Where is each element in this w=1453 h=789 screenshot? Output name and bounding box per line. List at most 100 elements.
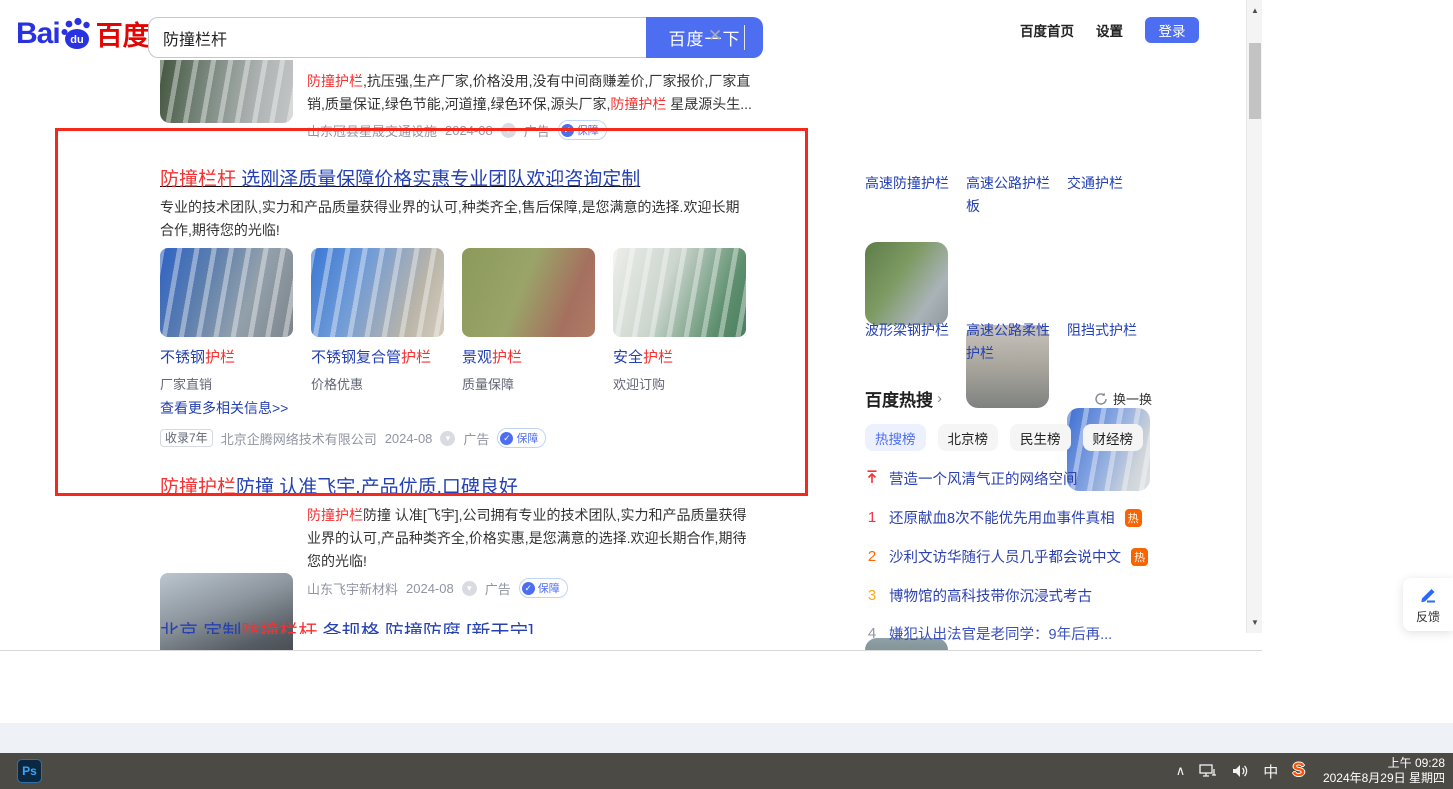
ad-label: 广告 [484, 581, 511, 597]
shield-check-icon: ✓ [521, 581, 535, 595]
browser-viewport: Bai du 百度 ✕ 百度一下 百度首页 设置 登录 防撞护栏,抗压强,生产厂… [0, 0, 1262, 651]
desktop-band [0, 723, 1453, 753]
card4-title: 安全护栏 [613, 349, 674, 366]
product-card[interactable]: 不锈钢护栏 厂家直销 [160, 248, 293, 393]
sidebar-image-3-label[interactable]: 交通护栏 [1067, 172, 1155, 195]
rank-number: 1 [867, 509, 877, 526]
tab-hot[interactable]: 热搜榜 [865, 424, 926, 451]
hot-item-1[interactable]: 1 还原献血8次不能优先用血事件真相 热 [865, 507, 1152, 528]
nav-baidu-home[interactable]: 百度首页 [1020, 20, 1074, 40]
tab-minsheng[interactable]: 民生榜 [1010, 424, 1071, 451]
result1-keyword2: 防撞护栏 [610, 96, 667, 112]
photoshop-taskbar-icon[interactable]: Ps [17, 759, 42, 783]
ime-indicator[interactable]: 中 [1263, 761, 1278, 782]
hot-badge: 热 [1124, 508, 1142, 527]
scroll-down-arrow[interactable]: ▼ [1247, 618, 1262, 627]
ad-label: 广告 [463, 431, 490, 447]
scrollbar-thumb[interactable] [1249, 43, 1261, 119]
rank-number: 4 [867, 625, 877, 642]
speaker-icon[interactable] [1231, 763, 1249, 779]
tab-caijing[interactable]: 财经榜 [1082, 424, 1143, 451]
refresh-icon [1095, 392, 1107, 405]
card2-image[interactable] [311, 248, 444, 337]
result2-source-row: 收录7年 北京企腾网络技术有限公司 2024-08 ▾ 广告 ✓ 保障 [160, 428, 547, 448]
scroll-up-arrow[interactable]: ▲ [1247, 6, 1262, 15]
baidu-search-button[interactable]: 百度一下 [646, 17, 763, 58]
baozhang-badge[interactable]: ✓ 保障 [497, 428, 547, 448]
card2-subtitle: 价格优惠 [311, 377, 364, 392]
hot-item-3[interactable]: 3 博物馆的高科技带你沉浸式考古 [865, 585, 1152, 606]
card2-title: 不锈钢复合管护栏 [311, 349, 432, 366]
network-icon[interactable] [1199, 763, 1217, 779]
windows-taskbar: Ps ∧ 中 S 上午 09:28 2024年8月29日 星期四 [0, 753, 1453, 789]
see-more-link[interactable]: 查看更多相关信息>> [160, 398, 288, 418]
hot-badge: 热 [1131, 547, 1148, 566]
refresh-button[interactable]: 换一换 [1094, 389, 1152, 408]
shield-check-icon: ✓ [560, 123, 574, 137]
card3-title: 景观护栏 [462, 349, 523, 366]
result2-date: 2024-08 [384, 430, 433, 446]
result3-date: 2024-08 [406, 580, 454, 596]
search-divider [744, 25, 745, 50]
pencil-icon [1421, 588, 1435, 602]
result2-source[interactable]: 北京企腾网络技术有限公司 [221, 429, 377, 448]
card1-title: 不锈钢护栏 [160, 349, 236, 366]
result1-thumbnail[interactable] [160, 56, 293, 123]
result1-source-row: 山东冠县星晟交通设施 2024-08 ▾ 广告 ✓ 保障 [307, 120, 607, 140]
result2-title[interactable]: 防撞栏杆 选刚泽质量保障价格实惠专业团队欢迎咨询定制 [160, 164, 640, 191]
clear-search-icon[interactable]: ✕ [708, 26, 722, 46]
product-card[interactable]: 景观护栏 质量保障 [462, 248, 595, 393]
card1-image[interactable] [160, 248, 293, 337]
result1-source[interactable]: 山东冠县星晟交通设施 [307, 121, 437, 140]
hot-item-top[interactable]: 营造一个风清气正的网络空间 [865, 468, 1152, 489]
feedback-button[interactable]: 反馈 [1403, 578, 1453, 631]
result4-title[interactable]: 北京 定制防撞栏杆 各规格 防撞防腐 [新干宁] [160, 617, 534, 634]
result1-keyword: 防撞护栏 [307, 73, 363, 89]
product-card[interactable]: 不锈钢复合管护栏 价格优惠 [311, 248, 444, 393]
nav-settings[interactable]: 设置 [1096, 20, 1123, 40]
ad-label: 广告 [523, 123, 550, 139]
dropdown-pin-icon[interactable]: ▾ [440, 430, 456, 446]
hot-item-2[interactable]: 2 沙利文访华随行人员几乎都会说中文 热 [865, 546, 1152, 567]
card1-subtitle: 厂家直销 [160, 377, 213, 392]
browser-scrollbar[interactable]: ▲ ▼ [1246, 0, 1262, 633]
card4-image[interactable] [613, 248, 746, 337]
pinned-up-arrow-icon [865, 469, 879, 488]
result3-title[interactable]: 防撞护栏防撞 认准飞宇,产品优质,口碑良好 [160, 472, 518, 499]
card4-subtitle: 欢迎订购 [613, 377, 666, 392]
result3-description[interactable]: 防撞护栏防撞 认准[飞宇],公司拥有专业的技术团队,实力和产品质量获得业界的认可… [307, 504, 759, 573]
hot-search-title[interactable]: 百度热搜 [865, 386, 933, 411]
sidebar-image-4-label[interactable]: 波形梁钢护栏 [865, 319, 953, 342]
product-card[interactable]: 安全护栏 欢迎订购 [613, 248, 746, 393]
clock-date: 2024年8月29日 星期四 [1322, 771, 1445, 785]
indexed-years-badge: 收录7年 [160, 429, 213, 447]
hot-tabs: 热搜榜 北京榜 民生榜 财经榜 [865, 424, 1152, 451]
tray-expand-chevron-icon[interactable]: ∧ [1176, 763, 1186, 779]
sidebar-image-2-label[interactable]: 高速公路护栏板 [966, 172, 1054, 218]
hot-item-4[interactable]: 4 嫌犯认出法官是老同学：9年后再... [865, 623, 1152, 644]
baozhang-badge[interactable]: ✓ 保障 [518, 578, 568, 598]
sogou-input-icon[interactable]: S [1292, 760, 1305, 782]
dropdown-pin-icon[interactable]: ▾ [500, 122, 516, 138]
sidebar-image-1[interactable] [865, 242, 948, 325]
result3-source[interactable]: 山东飞宇新材料 [307, 579, 398, 598]
tab-beijing[interactable]: 北京榜 [937, 424, 998, 451]
card3-image[interactable] [462, 248, 595, 337]
taskbar-clock[interactable]: 上午 09:28 2024年8月29日 星期四 [1323, 756, 1445, 786]
baidu-logo[interactable]: Bai du 百度 [16, 14, 150, 53]
clock-time: 上午 09:28 [1387, 756, 1445, 770]
baidu-paw-icon: du [61, 17, 90, 49]
login-button[interactable]: 登录 [1145, 17, 1199, 43]
hot-search-panel: 百度热搜 › 换一换 热搜榜 北京榜 民生榜 财经榜 营造一个风清气正的网络空间… [865, 386, 1152, 650]
result1-description[interactable]: 防撞护栏,抗压强,生产厂家,价格没用,没有中间商赚差价,厂家报价,厂家直销,质量… [307, 70, 755, 116]
result3-thumbnail[interactable] [160, 573, 293, 650]
result2-card-grid: 不锈钢护栏 厂家直销 不锈钢复合管护栏 价格优惠 景观护栏 质量保障 安全护栏 … [160, 248, 746, 393]
search-input[interactable] [148, 17, 646, 58]
card3-subtitle: 质量保障 [462, 377, 515, 392]
sidebar-image-5-label[interactable]: 高速公路柔性护栏 [966, 319, 1054, 365]
sidebar-image-1-label[interactable]: 高速防撞护栏 [865, 172, 953, 195]
baozhang-badge[interactable]: ✓ 保障 [557, 120, 607, 140]
result1-date: 2024-08 [445, 122, 493, 138]
sidebar-image-6-label[interactable]: 阻挡式护栏 [1067, 319, 1155, 342]
dropdown-pin-icon[interactable]: ▾ [461, 580, 477, 596]
